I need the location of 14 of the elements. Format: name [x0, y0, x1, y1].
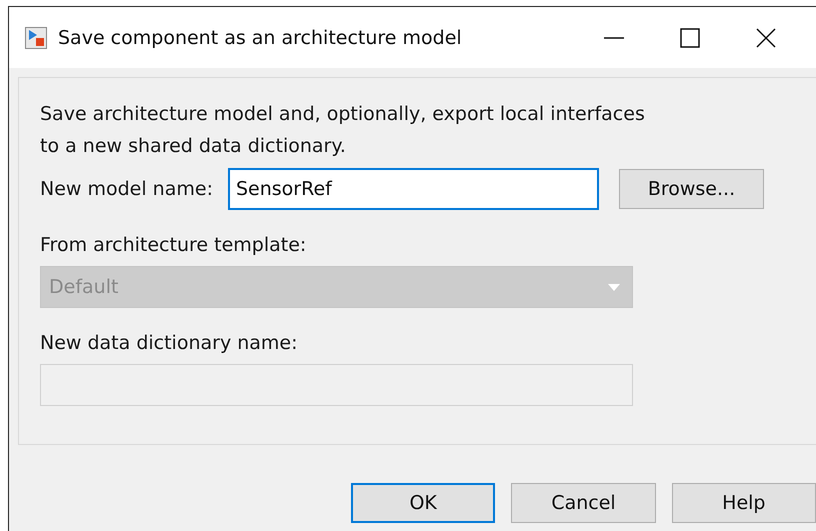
browse-button[interactable]: Browse... [618, 169, 764, 209]
close-icon[interactable] [756, 28, 776, 48]
model-name-label: New model name: [40, 178, 213, 200]
model-name-field[interactable]: SensorRef [228, 168, 599, 210]
maximize-icon[interactable] [680, 28, 700, 48]
app-icon [25, 26, 47, 48]
dialog-button[interactable]: Help [672, 483, 816, 523]
caret-icon [608, 284, 620, 290]
window-title: Save component as an architecture model [58, 26, 462, 48]
description-text: Save architecture model and, optionally, export local interfaces to a new shared data dictionary. [40, 102, 646, 159]
template-label: From architecture template: [40, 234, 306, 256]
dialog-button[interactable]: Cancel [511, 483, 656, 523]
dictionary-name-label: New data dictionary name: [40, 332, 298, 354]
dialog-button[interactable]: OK [351, 483, 496, 523]
